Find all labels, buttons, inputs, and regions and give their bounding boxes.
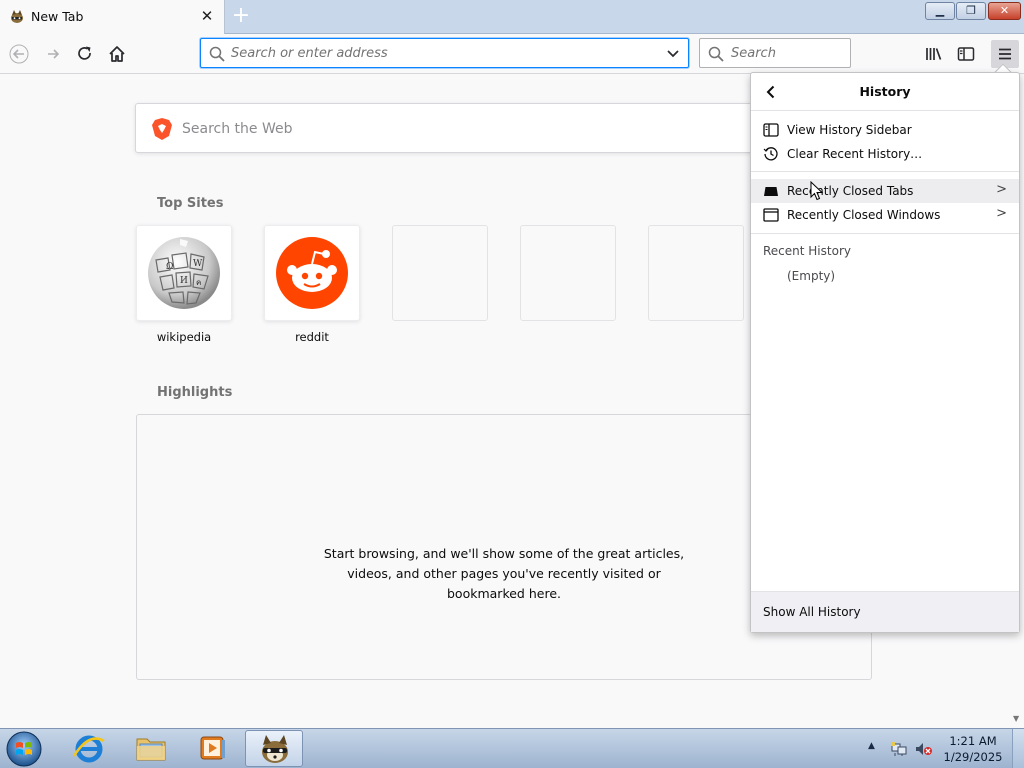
- clock-date: 1/29/2025: [943, 750, 1003, 764]
- top-site-label: wikipedia: [156, 330, 212, 344]
- top-site-empty: [520, 225, 616, 321]
- system-clock[interactable]: 1:21 AM 1/29/2025: [940, 733, 1006, 765]
- library-icon: [926, 48, 942, 60]
- reload-icon: [78, 46, 91, 60]
- sidebars-button[interactable]: [952, 40, 980, 68]
- show-hidden-icons-button[interactable]: ▲: [868, 741, 875, 751]
- close-icon: ✕: [999, 4, 1010, 17]
- reload-button[interactable]: [71, 40, 99, 68]
- tab-strip: New Tab ✕ + ▁ ❐ ✕: [0, 0, 1024, 34]
- chevron-right-icon: >: [996, 182, 1007, 197]
- address-bar[interactable]: [200, 38, 689, 68]
- history-panel: History View History Sidebar Clear Recen…: [750, 72, 1020, 633]
- sidebar-icon: [763, 123, 779, 137]
- top-site-empty: [392, 225, 488, 321]
- top-sites-title: Top Sites: [157, 196, 224, 211]
- web-search-box[interactable]: [135, 103, 775, 153]
- restore-icon: ❐: [966, 4, 976, 17]
- tab-title: New Tab: [31, 9, 84, 24]
- taskbar: ▲ 1:21 AM 1/29/2025: [0, 728, 1024, 768]
- search-icon: [209, 46, 225, 62]
- raccoon-browser-icon: [262, 735, 288, 763]
- clear-recent-history-item[interactable]: Clear Recent History…: [751, 142, 1019, 166]
- taskbar-browser[interactable]: [245, 730, 303, 767]
- recently-closed-tabs-item[interactable]: Recently Closed Tabs >: [751, 179, 1019, 203]
- web-search-input[interactable]: [182, 119, 742, 139]
- chevron-down-icon[interactable]: [664, 45, 682, 63]
- recent-history-empty: (Empty): [787, 269, 836, 283]
- highlights-empty-message: Start browsing, and we'll show some of t…: [323, 546, 685, 601]
- folder-icon: [136, 738, 166, 761]
- minimize-icon: ▁: [935, 4, 945, 17]
- windows-start-icon: [6, 731, 42, 767]
- tab-new-tab[interactable]: New Tab ✕: [0, 0, 225, 34]
- scroll-down-arrow[interactable]: ▼: [1013, 714, 1019, 723]
- home-icon: [109, 46, 125, 62]
- search-icon: [708, 46, 724, 62]
- top-site-label: reddit: [295, 330, 329, 344]
- clock-time: 1:21 AM: [949, 734, 997, 748]
- reddit-alien-icon: [276, 237, 348, 309]
- volume-muted-icon[interactable]: [915, 741, 933, 757]
- history-clock-icon: [763, 147, 778, 161]
- top-site-reddit[interactable]: [264, 225, 360, 321]
- start-button[interactable]: [4, 730, 46, 768]
- window-icon: [763, 208, 779, 222]
- forward-arrow-icon: [48, 49, 60, 59]
- taskbar-internet-explorer[interactable]: [60, 730, 118, 767]
- separator: [751, 171, 1019, 172]
- tab-icon: [764, 187, 778, 196]
- back-button[interactable]: [5, 40, 33, 68]
- back-chevron-icon[interactable]: [761, 82, 781, 102]
- show-all-history-label: Show All History: [763, 605, 861, 619]
- svg-text:Ω: Ω: [166, 262, 173, 272]
- brave-logo-icon: [152, 118, 172, 140]
- recent-history-label: Recent History: [763, 244, 851, 258]
- wikipedia-globe-icon: Ω W И ค: [148, 237, 220, 309]
- sidebar-icon: [957, 47, 975, 61]
- show-desktop-button[interactable]: [1012, 729, 1024, 768]
- menu-item-label: Recently Closed Tabs: [787, 184, 914, 198]
- svg-text:W: W: [193, 259, 203, 269]
- menu-item-label: Clear Recent History…: [787, 147, 923, 161]
- nav-toolbar: [0, 34, 1024, 74]
- mouse-cursor-icon: [810, 181, 824, 201]
- separator: [751, 233, 1019, 234]
- raccoon-favicon-icon: [11, 10, 23, 23]
- top-site-wikipedia[interactable]: Ω W И ค: [136, 225, 232, 321]
- recently-closed-windows-item[interactable]: Recently Closed Windows >: [751, 203, 1019, 227]
- new-tab-button[interactable]: +: [229, 5, 253, 29]
- home-button[interactable]: [103, 40, 131, 68]
- minimize-button[interactable]: ▁: [925, 2, 955, 20]
- forward-button[interactable]: [39, 40, 67, 68]
- chevron-right-icon: >: [996, 206, 1007, 221]
- internet-explorer-icon: [72, 735, 105, 763]
- top-site-empty: [648, 225, 744, 321]
- back-arrow-icon: [9, 44, 29, 64]
- close-tab-icon[interactable]: ✕: [198, 7, 216, 25]
- library-button[interactable]: [920, 40, 948, 68]
- show-all-history-button[interactable]: Show All History: [751, 591, 1019, 632]
- close-window-button[interactable]: ✕: [988, 2, 1021, 20]
- network-icon[interactable]: [890, 741, 908, 757]
- view-history-sidebar-item[interactable]: View History Sidebar: [751, 118, 1019, 142]
- svg-text:И: И: [180, 276, 188, 286]
- svg-text:ค: ค: [196, 278, 201, 287]
- highlights-title: Highlights: [157, 385, 233, 400]
- address-input[interactable]: [231, 44, 651, 62]
- history-panel-title: History: [859, 84, 911, 99]
- search-input[interactable]: [731, 44, 841, 62]
- media-player-icon: [200, 736, 225, 760]
- history-panel-header: History: [751, 73, 1019, 111]
- hamburger-menu-icon: [999, 48, 1011, 60]
- search-bar[interactable]: [699, 38, 851, 68]
- taskbar-file-explorer[interactable]: [122, 730, 180, 767]
- taskbar-media-player[interactable]: [184, 730, 242, 767]
- menu-item-label: View History Sidebar: [787, 123, 912, 137]
- open-menu-button[interactable]: [991, 40, 1019, 68]
- menu-item-label: Recently Closed Windows: [787, 208, 941, 222]
- restore-button[interactable]: ❐: [956, 2, 986, 20]
